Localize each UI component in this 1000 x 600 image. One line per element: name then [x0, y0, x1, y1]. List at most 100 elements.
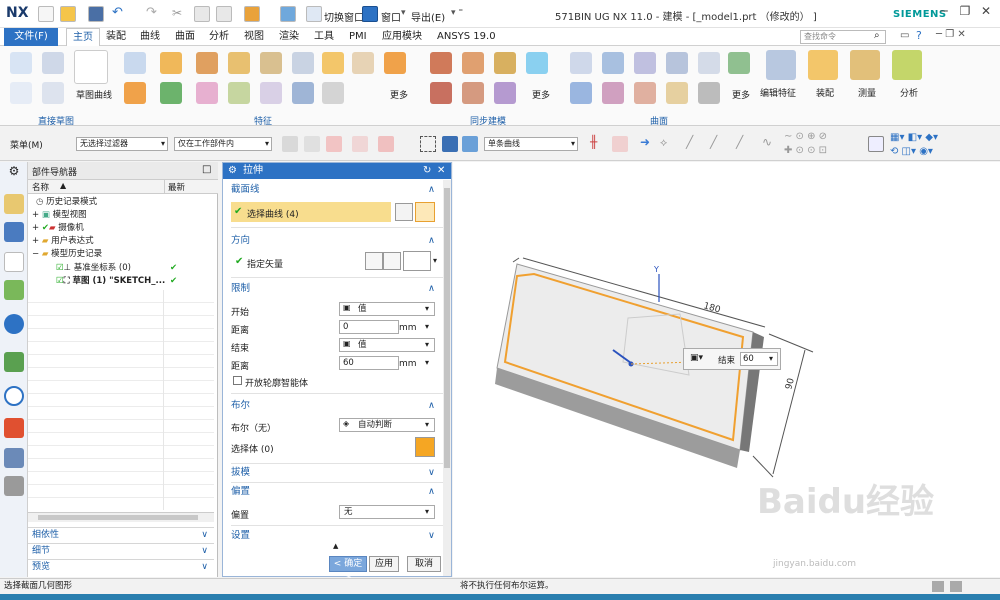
follow-fillet-icon[interactable]: [612, 136, 628, 152]
view-orient-icon[interactable]: ▦▾ ◧▾ ◆▾: [890, 132, 938, 143]
sew-icon[interactable]: [666, 82, 688, 104]
analysis-icon[interactable]: [892, 50, 922, 80]
trim-sheet-icon[interactable]: [634, 82, 656, 104]
section-section-curve[interactable]: 截面线 ∧: [223, 182, 443, 198]
chevron-down-icon[interactable]: ▾: [425, 340, 429, 349]
graphics-window[interactable]: 180 90 Y ▣▾ 结束 60 ▾ Baidu经验 jingyan.baid…: [453, 162, 1000, 577]
tree-item-cameras[interactable]: + ✔▰ 摄像机: [28, 222, 214, 235]
datum-plane-icon[interactable]: [124, 52, 146, 74]
cancel-button[interactable]: 取消: [407, 556, 441, 572]
section-direction[interactable]: 方向 ∧: [223, 233, 443, 249]
select-body-icon[interactable]: [415, 437, 435, 457]
revolve-icon[interactable]: [124, 82, 146, 104]
switch-window-button[interactable]: 切换窗口: [324, 9, 364, 24]
horizontal-scrollbar[interactable]: [28, 512, 214, 522]
column-latest[interactable]: 最新: [168, 181, 185, 193]
measure-icon[interactable]: [850, 50, 880, 80]
offset-region-icon[interactable]: [494, 52, 516, 74]
snap-point-icon[interactable]: [326, 136, 342, 152]
panel-details[interactable]: 细节 ∨: [28, 543, 214, 559]
rotate-view-icon[interactable]: ⟲ ◫▾ ◉▾: [890, 146, 933, 157]
menu-button[interactable]: 菜单(M): [10, 138, 43, 151]
tab-analysis[interactable]: 分析: [209, 28, 229, 46]
open-folder-icon[interactable]: [60, 6, 76, 22]
chevron-down-icon[interactable]: ▾: [425, 304, 429, 313]
thicken-icon[interactable]: [228, 82, 250, 104]
datum-csys-icon[interactable]: [160, 82, 182, 104]
pull-face-icon[interactable]: [462, 52, 484, 74]
tab-home[interactable]: 主页: [66, 28, 100, 46]
sync-more-label[interactable]: 更多: [532, 88, 550, 101]
sketch-icon[interactable]: [10, 52, 32, 74]
expand-icon[interactable]: +: [32, 210, 42, 220]
sync-more-icon[interactable]: [526, 52, 548, 74]
close-icon[interactable]: ✕: [437, 163, 445, 179]
open-profile-checkbox[interactable]: [233, 376, 242, 385]
line-icon[interactable]: ╱: [710, 135, 717, 149]
web-browser-icon[interactable]: [4, 314, 24, 334]
end-distance-input[interactable]: 60: [339, 356, 399, 370]
trim-body-icon[interactable]: [260, 82, 282, 104]
curve-snap-icon[interactable]: [352, 136, 368, 152]
hole-icon[interactable]: [322, 52, 344, 74]
line-icon[interactable]: ╱: [686, 135, 693, 149]
tab-tools[interactable]: 工具: [314, 28, 334, 46]
assembly-navigator-icon[interactable]: [4, 222, 24, 242]
tab-assembly[interactable]: 装配: [106, 28, 126, 46]
sweep-icon[interactable]: [196, 82, 218, 104]
circle-icon[interactable]: [10, 82, 32, 104]
checkbox-checked-icon[interactable]: ☑: [56, 276, 64, 286]
delete-face-icon[interactable]: [462, 82, 484, 104]
block-icon[interactable]: [196, 52, 218, 74]
edit-feature-label[interactable]: 编辑特征: [760, 86, 796, 99]
snap-grid-icon[interactable]: ✚ ⊙ ⊙ ⊡: [784, 145, 827, 156]
boolean-unite-icon[interactable]: [260, 52, 282, 74]
touch-mode-icon[interactable]: [280, 6, 296, 22]
through-curves-icon[interactable]: [570, 52, 592, 74]
assembly-icon[interactable]: [808, 50, 838, 80]
window-menu[interactable]: 窗口: [381, 9, 401, 24]
cut-icon[interactable]: ✂: [172, 6, 188, 22]
restore-icon[interactable]: ❐: [955, 4, 975, 22]
vertical-scrollbar[interactable]: [443, 180, 451, 576]
file-menu[interactable]: 文件(F): [4, 28, 58, 46]
through-mesh-icon[interactable]: [602, 52, 624, 74]
resize-blend-icon[interactable]: [494, 82, 516, 104]
tab-render[interactable]: 渲染: [279, 28, 299, 46]
split-body-icon[interactable]: [292, 82, 314, 104]
offset-select[interactable]: 无: [339, 505, 435, 519]
stop-at-intersection-icon[interactable]: ╫: [590, 135, 597, 149]
tab-view[interactable]: 视图: [244, 28, 264, 46]
offset-surface-icon[interactable]: [698, 82, 720, 104]
vector-type-select[interactable]: [403, 251, 431, 271]
status-icon[interactable]: [932, 581, 944, 592]
tree-item-sketch[interactable]: ☑⛶ 草图 (1) "SKETCH_... ✔: [28, 275, 214, 288]
move-face-icon[interactable]: [430, 52, 452, 74]
n-sided-icon[interactable]: [602, 82, 624, 104]
end-type-select[interactable]: 值: [339, 338, 435, 352]
search-icon[interactable]: ⌕: [874, 30, 880, 41]
surface-more-icon[interactable]: [728, 52, 750, 74]
chevron-down-icon[interactable]: ▾: [433, 256, 437, 265]
boolean-select[interactable]: 自动判断: [339, 418, 435, 432]
checkbox-checked-icon[interactable]: ☑: [56, 263, 64, 273]
scrollbar-thumb[interactable]: [444, 188, 450, 468]
sketch-curve-icon[interactable]: [74, 50, 108, 84]
chevron-down-icon[interactable]: ▾: [425, 420, 429, 429]
sketch-section-icon[interactable]: [395, 203, 413, 221]
history-icon[interactable]: [4, 352, 24, 372]
reuse-library-icon[interactable]: [4, 280, 24, 300]
select-curve-row[interactable]: ✔ 选择曲线 (4): [231, 202, 391, 222]
maximize-icon[interactable]: □: [202, 164, 211, 175]
expand-icon[interactable]: +: [32, 223, 42, 233]
part-navigator-icon[interactable]: [4, 194, 24, 214]
switch-window-icon[interactable]: [306, 6, 322, 22]
tree-item-user-expressions[interactable]: + ▰ 用户表达式: [28, 235, 214, 248]
assembly-label[interactable]: 装配: [816, 86, 834, 99]
copy-icon[interactable]: [194, 6, 210, 22]
window-icon[interactable]: ▭: [900, 30, 909, 41]
tab-ansys[interactable]: ANSYS 19.0: [437, 28, 496, 46]
close-icon[interactable]: ✕: [976, 4, 996, 22]
section-draft[interactable]: 拔模 ∨: [223, 465, 443, 481]
roles-icon[interactable]: [4, 418, 24, 438]
